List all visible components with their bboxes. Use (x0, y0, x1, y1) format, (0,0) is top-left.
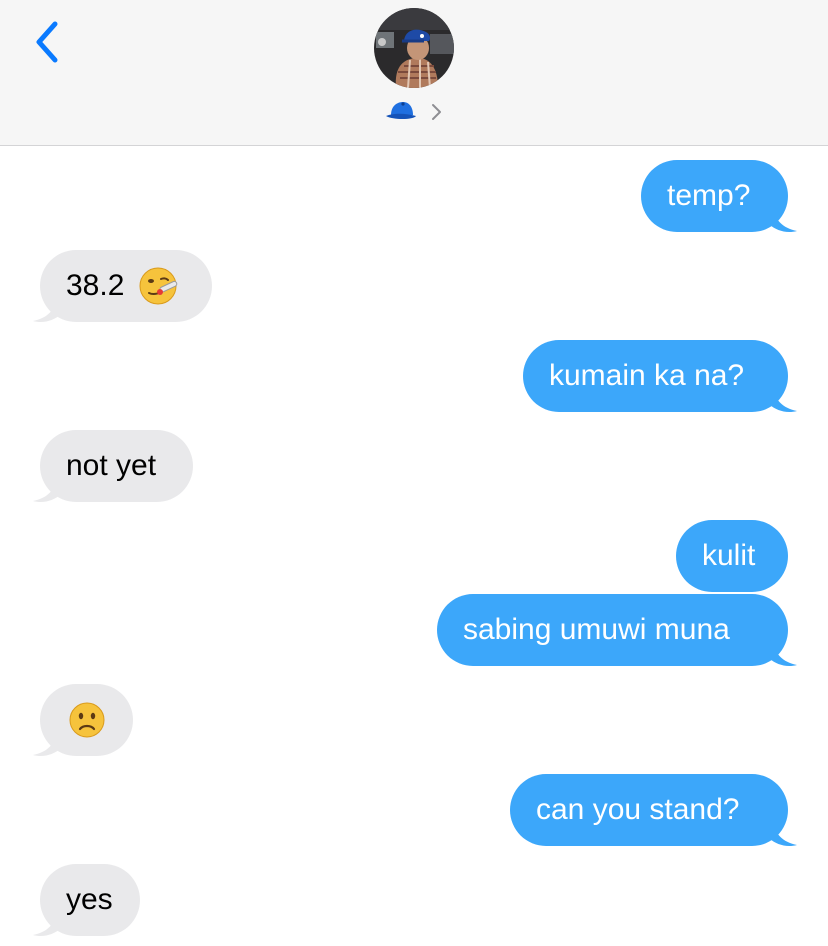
contact-name-button[interactable] (0, 96, 828, 128)
message-text: can you stand? (536, 793, 740, 826)
message-bubble-outgoing[interactable]: temp? (641, 160, 788, 232)
contact-photo (374, 8, 454, 88)
message-text: 38.2 (66, 269, 125, 302)
message-text: not yet (66, 449, 157, 482)
bubble-tail (33, 910, 60, 937)
message-bubble-outgoing[interactable]: kulit (676, 520, 788, 592)
bubble-tail (770, 640, 797, 667)
message-text: kumain ka na? (549, 359, 745, 392)
message-bubble-incoming[interactable]: not yet (40, 430, 193, 502)
message-bubble-incoming[interactable]: 38.2 (40, 250, 212, 322)
bubble-tail (770, 820, 797, 847)
blue-cap-icon (385, 101, 417, 123)
chevron-left-icon (36, 21, 58, 63)
bubble-tail (33, 476, 60, 503)
face-with-thermometer-icon (139, 267, 178, 305)
bubble-tail (33, 296, 60, 323)
bubble-tail (33, 730, 60, 757)
chevron-right-icon (431, 103, 443, 121)
message-text: temp? (667, 179, 751, 212)
message-thread: temp? 38.2 kumain ka na? not yet kulit s… (0, 147, 828, 946)
conversation-header (0, 0, 828, 146)
message-text: yes (66, 883, 113, 916)
message-bubble-outgoing[interactable]: can you stand? (510, 774, 788, 846)
avatar[interactable] (374, 8, 454, 88)
message-bubble-outgoing[interactable]: kumain ka na? (523, 340, 788, 412)
bubble-tail (770, 386, 797, 413)
back-button[interactable] (22, 14, 72, 70)
message-text: kulit (702, 539, 756, 572)
slightly-frowning-face-icon (69, 702, 104, 738)
message-bubble-outgoing[interactable]: sabing umuwi muna (437, 594, 788, 666)
message-text: sabing umuwi muna (463, 613, 730, 646)
bubble-tail (770, 206, 797, 233)
